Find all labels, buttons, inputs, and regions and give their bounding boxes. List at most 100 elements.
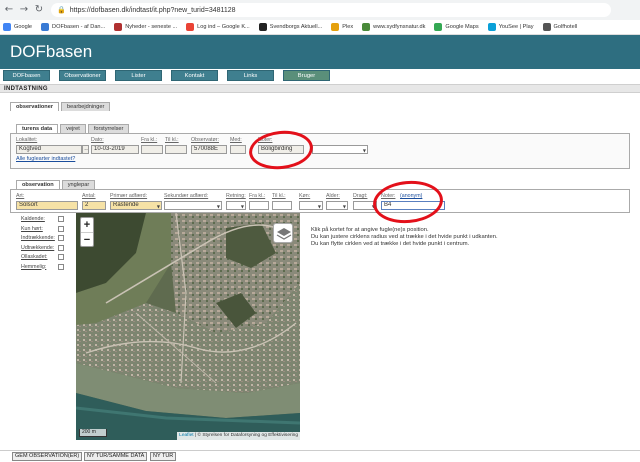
bookmark-item[interactable]: Nyheder - seneste ... — [114, 23, 177, 31]
observator-label: Observatør: — [191, 137, 219, 143]
reload-icon[interactable]: ↻ — [33, 4, 45, 16]
bookmark-item[interactable]: YouSee | Play — [487, 23, 534, 31]
main-menu: DOFbasen Observationer Lister Kontakt Li… — [3, 70, 339, 81]
map[interactable]: + − 200 m Leaflet | © Styrelsen for Data… — [76, 213, 300, 440]
bookmark-item[interactable]: Google — [3, 23, 32, 31]
lokalitet-lookup-button[interactable]: … — [82, 145, 89, 154]
primaer-adfaerd-select[interactable]: Rastende — [110, 201, 162, 210]
checkbox[interactable] — [58, 225, 64, 232]
trip-tabs: turens data vejret forstyrrelser — [16, 124, 131, 133]
forward-icon[interactable]: → — [18, 4, 30, 16]
section-title: INDTASTNING — [4, 86, 48, 92]
bookmark-favicon-icon — [41, 23, 50, 31]
tab-forstyrrelser[interactable]: forstyrrelser — [87, 124, 130, 133]
gem-observation-button[interactable]: GEM OBSERVATION(ER) — [12, 452, 83, 461]
ny-tur-button[interactable]: NY TUR — [150, 452, 177, 461]
bookmark-label: YouSee | Play — [498, 24, 534, 30]
med-field[interactable] — [230, 145, 246, 154]
bookmark-label: Golfhotell — [553, 24, 578, 30]
map-instructions: Klik på kortet for at angive fugle(ne)s … — [311, 227, 498, 249]
til-kl-field[interactable] — [165, 145, 187, 154]
fra-kl-field[interactable] — [141, 145, 163, 154]
checkbox[interactable] — [58, 235, 64, 241]
browser-toolbar: ← → ↻ 🔒 https://dofbasen.dk/indtast/it.p… — [0, 0, 640, 20]
dato-field[interactable]: 10-03-2019 — [91, 145, 139, 154]
bookmark-favicon-icon — [362, 23, 371, 31]
lokalitet-field[interactable]: Kogtved — [16, 145, 82, 154]
menu-item-bruger[interactable]: Bruger — [283, 70, 330, 81]
checkbox-label: Ollaskadet: — [21, 254, 48, 260]
bookmark-item[interactable]: Svendborgs Aktuell... — [258, 23, 323, 31]
menu-item-kontakt[interactable]: Kontakt — [171, 70, 218, 81]
art-field[interactable]: Solsort — [16, 201, 78, 210]
bookmark-item[interactable]: Golfhotell — [542, 23, 578, 31]
bookmark-label: Svendborgs Aktuell... — [269, 24, 323, 30]
bookmark-favicon-icon — [542, 23, 551, 31]
koen-select[interactable] — [299, 201, 323, 210]
obs-til-kl-field[interactable] — [272, 201, 292, 210]
scale-bar: 200 m — [79, 429, 107, 437]
obs-til-kl-label: Til kl.: — [272, 193, 286, 199]
checkbox[interactable] — [58, 263, 64, 270]
tab-ynglepar[interactable]: ynglepar — [61, 180, 96, 189]
antal-field[interactable]: 2 — [82, 201, 106, 210]
bookmark-favicon-icon — [487, 23, 496, 31]
tab-turens-data[interactable]: turens data — [16, 124, 59, 133]
back-icon[interactable]: ← — [3, 4, 15, 16]
obs-fra-kl-field[interactable] — [249, 201, 269, 210]
dragt-label: Dragt: — [353, 193, 368, 199]
zoom-in-button[interactable]: + — [81, 218, 93, 232]
bookmark-item[interactable]: Plex — [331, 23, 353, 31]
zoom-out-button[interactable]: − — [81, 232, 93, 246]
menu-item-dofbasen[interactable]: DOFbasen — [3, 70, 50, 81]
dato-label: Dato: — [91, 137, 104, 143]
instruction-line: Klik på kortet for at angive fugle(ne)s … — [311, 227, 429, 233]
checkbox[interactable] — [58, 216, 64, 222]
checkbox-label: Indtrækkende: — [21, 235, 55, 241]
bookmark-label: Google — [14, 24, 33, 30]
tab-vejret[interactable]: vejret — [60, 124, 86, 133]
attribution-text: | © Styrelsen for Dataforsyning og Effek… — [193, 433, 298, 438]
tab-observationer[interactable]: observationer — [10, 102, 59, 111]
checkbox[interactable] — [58, 244, 64, 251]
bookmark-favicon-icon — [331, 23, 340, 31]
menu-item-lister[interactable]: Lister — [115, 70, 162, 81]
checkbox-label: Hemmelig: — [21, 263, 47, 270]
alder-select[interactable] — [326, 201, 348, 210]
bookmark-label: Nyheder - seneste ... — [125, 24, 178, 30]
retning-label: Retning: — [226, 193, 246, 199]
bookmark-label: Plex — [342, 24, 354, 30]
menu-item-links[interactable]: Links — [227, 70, 274, 81]
trip-type-select[interactable] — [312, 145, 368, 154]
bookmark-label: www.sydfynsnatur.dk — [373, 24, 426, 30]
sekundaer-adfaerd-select[interactable] — [164, 201, 222, 210]
bookmark-favicon-icon — [114, 23, 123, 31]
tab-bearbejdninger[interactable]: bearbejdninger — [61, 102, 111, 111]
bookmark-item[interactable]: Log ind – Google K... — [186, 23, 250, 31]
art-label: Art: — [16, 193, 25, 199]
layers-button[interactable] — [273, 223, 293, 243]
alle-fuglearter-link[interactable]: Alle fuglearter indtastet? — [16, 156, 75, 162]
menu-item-observationer[interactable]: Observationer — [59, 70, 106, 81]
site-title: DOFbasen — [10, 42, 93, 61]
til-kl-label: Til kl.: — [165, 137, 179, 143]
checkbox[interactable] — [58, 254, 64, 260]
observator-field[interactable]: 570088E — [191, 145, 227, 154]
leaflet-link[interactable]: Leaflet — [179, 433, 193, 438]
bookmark-item[interactable]: Google Maps — [434, 23, 479, 31]
ny-tur-samme-data-button[interactable]: NY TUR/SAMME DATA — [84, 452, 148, 461]
outer-tabs: observationer bearbejdninger — [10, 102, 112, 111]
bookmark-label: Google Maps — [445, 24, 479, 30]
bookmark-item[interactable]: www.sydfynsnatur.dk — [362, 23, 425, 31]
bookmark-item[interactable]: DOFbasen - af Dan... — [41, 23, 105, 31]
retning-select[interactable] — [226, 201, 246, 210]
antal-label: Antal: — [82, 193, 96, 199]
aerial-imagery[interactable] — [76, 213, 300, 440]
bookmark-label: DOFbasen - af Dan... — [52, 24, 106, 30]
obs-fra-kl-label: Fra kl.: — [249, 193, 266, 199]
tab-observation[interactable]: observation — [16, 180, 60, 189]
lokalitet-label: Lokalitet: — [16, 137, 38, 143]
fra-kl-label: Fra kl.: — [141, 137, 158, 143]
address-bar[interactable]: 🔒 https://dofbasen.dk/indtast/it.php?new… — [51, 3, 611, 17]
map-attribution: Leaflet | © Styrelsen for Dataforsyning … — [177, 432, 300, 440]
